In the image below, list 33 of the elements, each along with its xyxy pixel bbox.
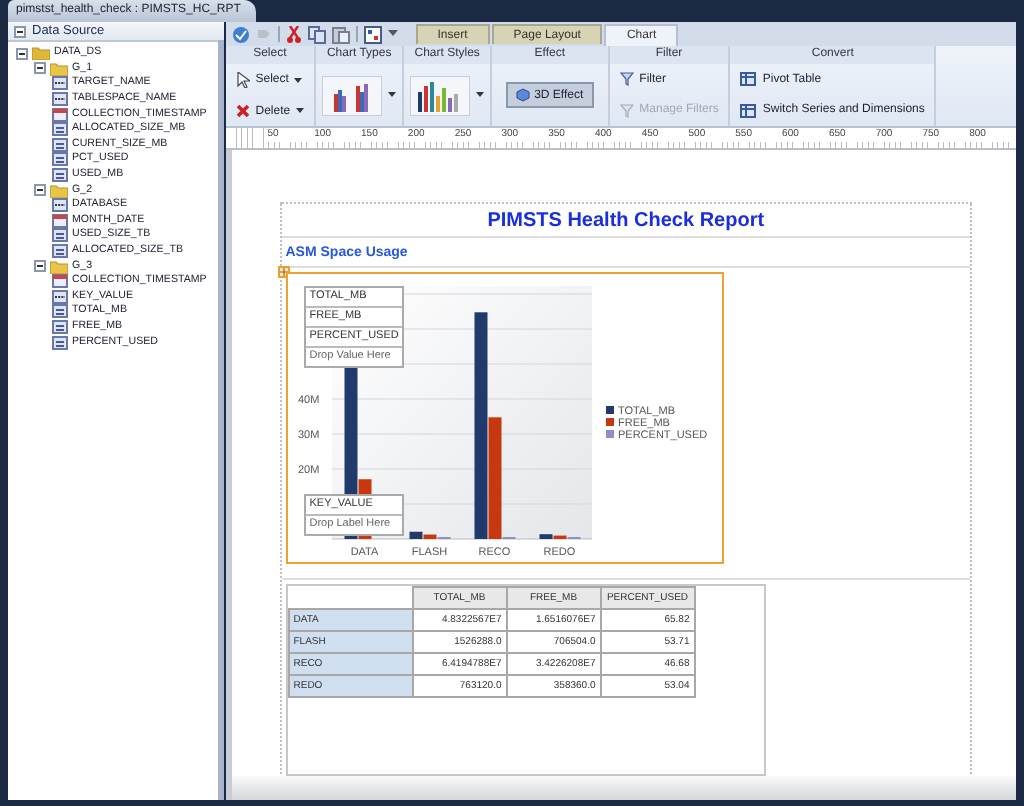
paste-icon[interactable] <box>331 25 350 43</box>
calendar-icon <box>52 213 68 228</box>
filter-icon <box>619 72 634 87</box>
delete-icon <box>235 104 250 118</box>
calendar-icon <box>52 107 68 122</box>
collapse-toggle[interactable] <box>34 184 46 197</box>
caret-icon <box>296 108 305 114</box>
chart-thumbnail[interactable] <box>410 75 471 115</box>
copy-icon[interactable] <box>307 25 326 43</box>
collapse-icon[interactable] <box>14 25 26 37</box>
scrollbar[interactable] <box>231 776 1016 800</box>
chart-thumbnail[interactable] <box>322 75 383 115</box>
table-icon <box>740 72 757 87</box>
cube-icon <box>516 88 531 102</box>
pointer-icon <box>235 72 250 88</box>
collapse-toggle[interactable] <box>16 47 28 60</box>
folder-icon <box>50 183 68 198</box>
cut-icon[interactable] <box>285 25 302 43</box>
filter-icon <box>619 103 634 118</box>
table-icon <box>740 103 757 118</box>
caret-icon[interactable] <box>476 92 485 98</box>
text-field-icon <box>52 198 68 213</box>
collapse-toggle[interactable] <box>34 260 46 273</box>
collapse-toggle[interactable] <box>34 62 46 75</box>
report-title: PIMSTS Health Check Report <box>487 209 765 231</box>
caret-icon[interactable] <box>387 30 398 38</box>
caret-icon <box>294 77 303 83</box>
caret-icon[interactable] <box>388 92 397 98</box>
grid-icon[interactable] <box>363 25 382 43</box>
scrollbar[interactable] <box>217 40 224 800</box>
folder-icon <box>50 259 68 274</box>
calendar-icon <box>52 274 68 289</box>
text-field-icon <box>52 289 68 304</box>
